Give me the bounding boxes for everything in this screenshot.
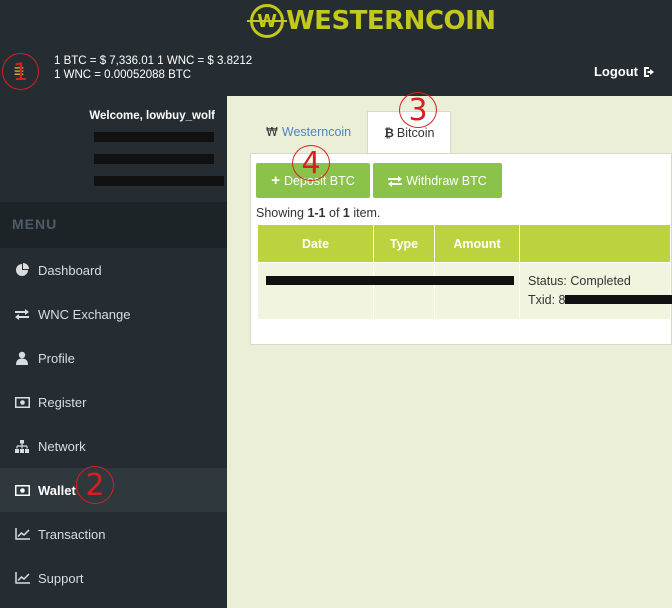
sitemap-icon bbox=[14, 438, 30, 454]
sidebar-item-transaction[interactable]: Transaction bbox=[0, 512, 227, 556]
redaction-bar bbox=[94, 132, 214, 142]
summary-prefix: Showing bbox=[256, 206, 308, 220]
bitcoin-icon: ₿ bbox=[384, 126, 394, 140]
exchange-rate-line-2: 1 WNC = 0.00052088 BTC bbox=[54, 69, 192, 81]
sidebar-item-wallet[interactable]: Wallet bbox=[0, 468, 227, 512]
main-content: ₩ Westerncoin ₿ Bitcoin + Deposit BTC Wi… bbox=[227, 96, 672, 608]
annotation-marker-4: 4 bbox=[292, 145, 330, 181]
sidebar-item-dashboard[interactable]: Dashboard bbox=[0, 248, 227, 292]
user-icon bbox=[14, 350, 30, 366]
sidebar-item-register[interactable]: Register bbox=[0, 380, 227, 424]
withdraw-btc-button[interactable]: Withdraw BTC bbox=[373, 163, 502, 198]
annotation-marker-3: 3 bbox=[399, 92, 437, 128]
bitcoin-tab-panel: + Deposit BTC Withdraw BTC Showing 1-1 o… bbox=[250, 153, 672, 345]
pie-chart-icon bbox=[14, 262, 30, 278]
money-icon bbox=[14, 394, 30, 410]
sidebar-item-support[interactable]: Support bbox=[0, 556, 227, 600]
transactions-table: Date Type Amount Status: Completed Txid:… bbox=[257, 224, 671, 320]
sidebar-item-label: Support bbox=[38, 570, 84, 586]
results-summary: Showing 1-1 of 1 item. bbox=[256, 206, 380, 220]
won-sign-icon: ₩ bbox=[266, 125, 278, 139]
exchange-rate-line-1: 1 BTC = $ 7,336.01 1 WNC = $ 3.8212 bbox=[54, 55, 253, 67]
logout-label: Logout bbox=[593, 64, 638, 79]
tab-label: Bitcoin bbox=[396, 126, 435, 140]
withdraw-btc-label: Withdraw BTC bbox=[406, 173, 487, 188]
welcome-text: Welcome, lowbuy_wolf bbox=[89, 110, 215, 122]
cell-type bbox=[373, 262, 435, 320]
annotation-marker-2: 2 bbox=[76, 466, 114, 504]
column-header-amount[interactable]: Amount bbox=[434, 224, 520, 263]
annotation-marker-1: 1 bbox=[2, 53, 39, 90]
redaction-bar bbox=[266, 276, 514, 285]
column-header-type[interactable]: Type bbox=[373, 224, 435, 263]
line-chart-icon bbox=[14, 570, 30, 586]
summary-mid: of bbox=[325, 206, 343, 220]
summary-suffix: item. bbox=[349, 206, 381, 220]
sign-out-icon bbox=[644, 66, 654, 77]
table-row: Status: Completed Txid: 8 bbox=[257, 262, 671, 320]
menu-heading-label: MENU bbox=[12, 216, 58, 232]
exchange-icon bbox=[14, 306, 30, 322]
transaction-status: Status: Completed bbox=[528, 274, 631, 288]
redaction-bar bbox=[94, 154, 214, 164]
sidebar-item-wnc-exchange[interactable]: WNC Exchange bbox=[0, 292, 227, 336]
top-bar: W WESTERNCOIN ≡ 1 BTC = $ 7,336.01 1 WNC… bbox=[0, 0, 672, 96]
sidebar-item-label: Dashboard bbox=[38, 262, 102, 278]
sidebar: Welcome, lowbuy_wolf MENU Dashboard WNC … bbox=[0, 96, 227, 608]
summary-range: 1-1 bbox=[307, 206, 326, 220]
sidebar-item-profile[interactable]: Profile bbox=[0, 336, 227, 380]
money-icon bbox=[14, 482, 30, 498]
sidebar-item-label: Network bbox=[38, 438, 86, 454]
exchange-icon bbox=[388, 175, 403, 187]
column-header-details bbox=[519, 224, 671, 263]
menu-heading: MENU bbox=[0, 202, 227, 248]
sidebar-item-label: Wallet bbox=[38, 482, 76, 498]
cell-amount bbox=[434, 262, 520, 320]
sidebar-item-label: WNC Exchange bbox=[38, 306, 131, 322]
logo[interactable]: W WESTERNCOIN bbox=[247, 4, 496, 38]
plus-icon: + bbox=[271, 172, 280, 189]
logo-badge-icon: W bbox=[247, 4, 287, 38]
summary-total: 1 bbox=[342, 206, 350, 220]
redaction-bar bbox=[565, 295, 672, 304]
cell-details: Status: Completed Txid: 8 bbox=[519, 262, 671, 320]
column-header-date[interactable]: Date bbox=[257, 224, 374, 263]
sidebar-item-label: Profile bbox=[38, 350, 75, 366]
sidebar-nav: Dashboard WNC Exchange Profile Register … bbox=[0, 248, 227, 600]
redaction-bar bbox=[94, 176, 224, 186]
sidebar-item-label: Register bbox=[38, 394, 87, 410]
sidebar-item-network[interactable]: Network bbox=[0, 424, 227, 468]
tab-label: Westerncoin bbox=[281, 125, 352, 139]
line-chart-icon bbox=[14, 526, 30, 542]
cell-date bbox=[257, 262, 374, 320]
logo-text: WESTERNCOIN bbox=[286, 6, 496, 36]
table-header-row: Date Type Amount bbox=[257, 224, 671, 263]
sidebar-item-label: Transaction bbox=[38, 526, 106, 542]
logout-button[interactable]: Logout bbox=[594, 64, 656, 79]
